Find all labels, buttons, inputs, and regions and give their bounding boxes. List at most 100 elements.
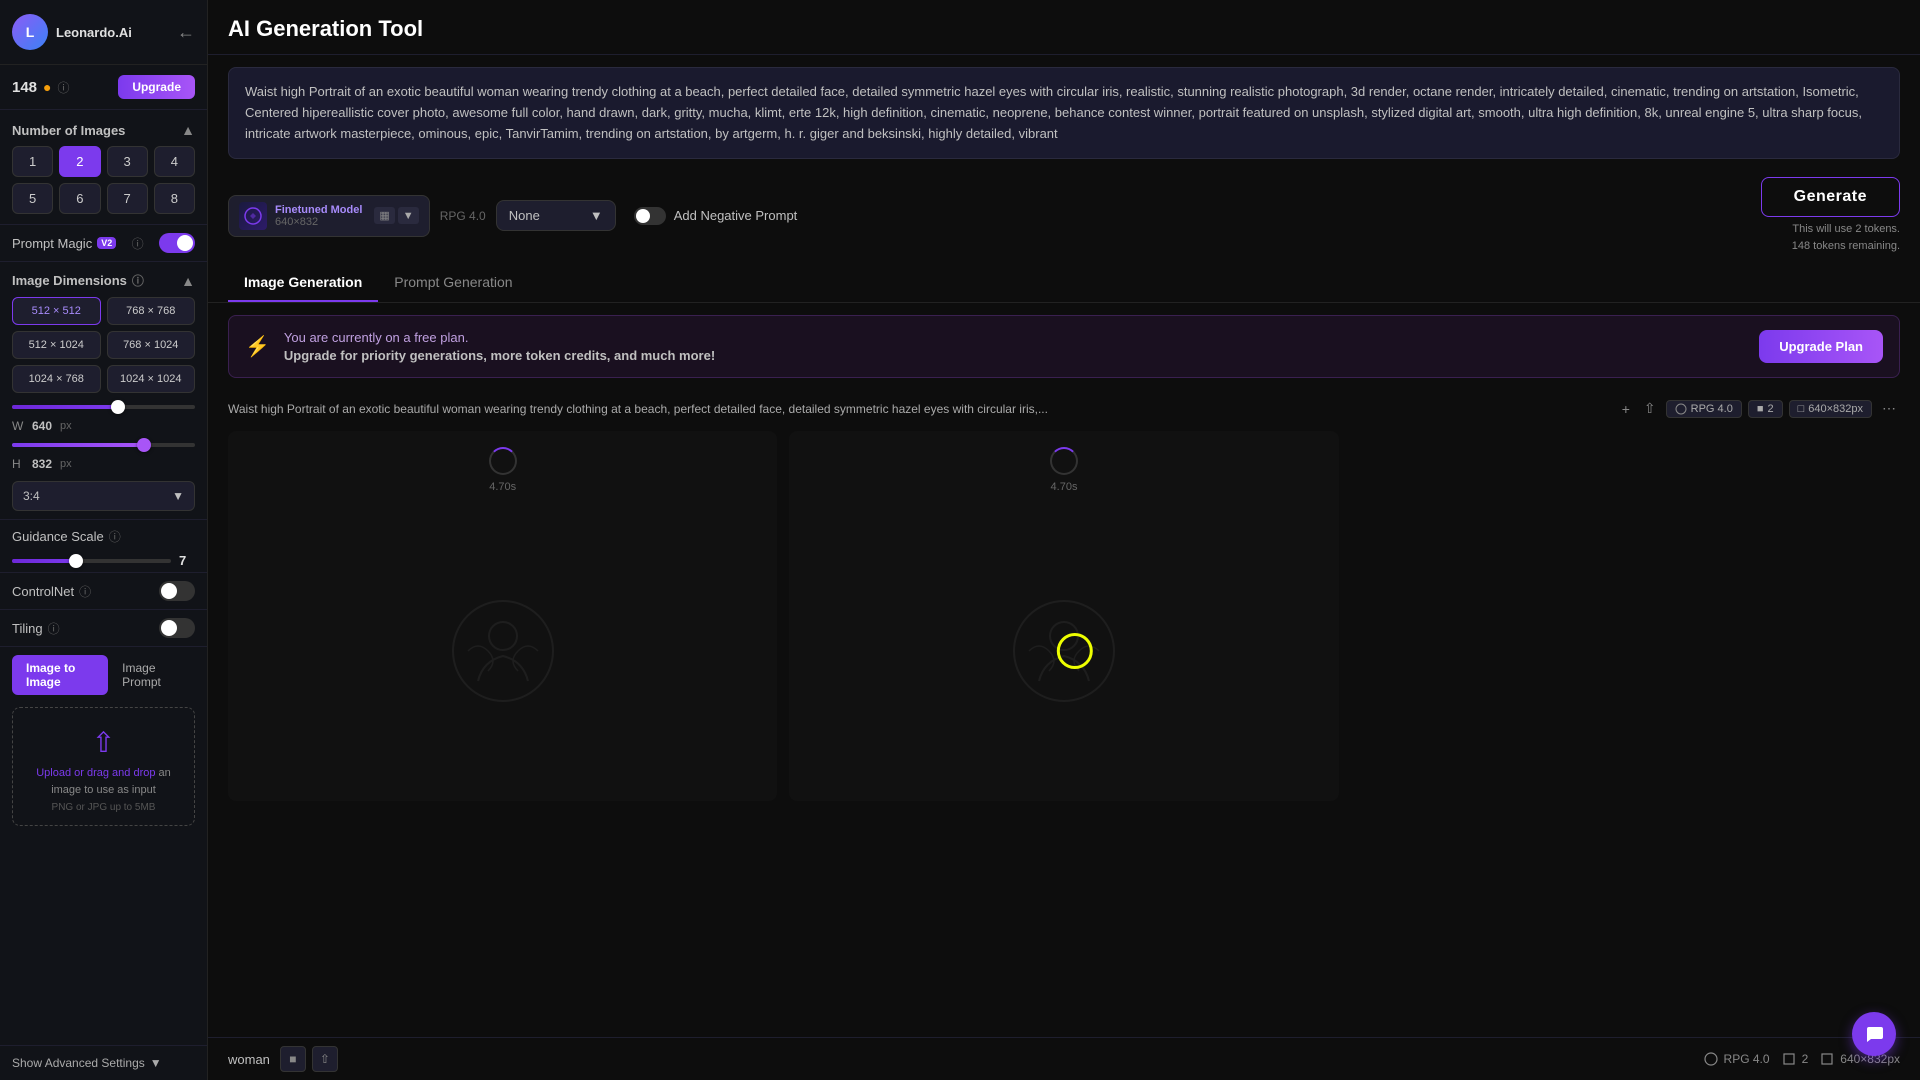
num-btn-5[interactable]: 5 (12, 183, 53, 214)
gen-add-button[interactable]: + (1618, 399, 1634, 419)
ratio-value: 3:4 (23, 489, 40, 503)
img2img-tab[interactable]: Image to Image (12, 655, 108, 695)
num-btn-8[interactable]: 8 (154, 183, 195, 214)
width-slider[interactable] (12, 405, 195, 409)
image-area-3 (1351, 431, 1900, 1033)
controlnet-row: ControlNet ⓘ (0, 572, 207, 609)
gen-upload-button[interactable]: ⇧ (1640, 398, 1660, 419)
prompt-box[interactable]: Waist high Portrait of an exotic beautif… (228, 67, 1900, 159)
neg-prompt-label: Add Negative Prompt (674, 208, 798, 223)
tab-image-generation[interactable]: Image Generation (228, 264, 378, 302)
tiling-info-icon[interactable]: ⓘ (48, 620, 60, 637)
page-title: AI Generation Tool (228, 16, 423, 41)
gen-remaining: 148 tokens remaining. (1761, 238, 1900, 255)
dim-btn-768x1024[interactable]: 768 × 1024 (107, 331, 196, 359)
height-slider[interactable] (12, 443, 195, 447)
upgrade-banner: ⚡ You are currently on a free plan. Upgr… (228, 315, 1900, 378)
height-value-row: H 832 px (0, 455, 207, 477)
upload-link[interactable]: Upload or drag and drop (36, 767, 155, 779)
gen-count-badge: ■ 2 (1748, 400, 1783, 418)
show-advanced-settings[interactable]: Show Advanced Settings ▼ (0, 1045, 207, 1080)
model-icon-chevron[interactable]: ▼ (398, 207, 419, 224)
username-label: Leonardo.Ai (56, 25, 132, 40)
sidebar: L Leonardo.Ai ← 148 ● ⓘ Upgrade Number o… (0, 0, 208, 1080)
upgrade-button[interactable]: Upgrade (118, 75, 195, 99)
guidance-value: 7 (179, 553, 195, 568)
banner-text: You are currently on a free plan. Upgrad… (284, 330, 1745, 363)
image-placeholder-2 (1004, 591, 1124, 711)
img-prompt-tab[interactable]: Image Prompt (108, 655, 195, 695)
num-btn-4[interactable]: 4 (154, 146, 195, 177)
bottom-share-btn[interactable]: ⇧ (312, 1046, 338, 1072)
model-card[interactable]: Finetuned Model 640×832 ▦ ▼ (228, 195, 430, 237)
ratio-select[interactable]: 3:4 ▼ (12, 481, 195, 511)
width-value: 640 (32, 419, 52, 433)
bottom-count-meta: 2 (1782, 1052, 1809, 1066)
num-btn-6[interactable]: 6 (59, 183, 100, 214)
back-icon[interactable]: ← (177, 22, 195, 43)
sidebar-header: L Leonardo.Ai ← (0, 0, 207, 65)
none-chevron: ▼ (590, 208, 603, 223)
avatar: L (12, 14, 48, 50)
show-advanced-label: Show Advanced Settings (12, 1056, 145, 1070)
height-unit: px (60, 458, 72, 470)
number-of-images-section: Number of Images ▲ (0, 110, 207, 146)
prompt-magic-info-icon[interactable]: ⓘ (132, 235, 144, 252)
user-info: L Leonardo.Ai (12, 14, 132, 50)
none-select[interactable]: None ▼ (496, 200, 616, 231)
dim-btn-1024x768[interactable]: 1024 × 768 (12, 365, 101, 393)
upgrade-plan-button[interactable]: Upgrade Plan (1759, 330, 1883, 363)
dimensions-info-icon[interactable]: ⓘ (132, 272, 144, 289)
image-card-1[interactable]: 4.70s (228, 431, 777, 801)
num-btn-3[interactable]: 3 (107, 146, 148, 177)
width-value-row: W 640 px (0, 417, 207, 439)
height-label: H (12, 457, 24, 471)
image-timer-1: 4.70s (489, 481, 516, 493)
dim-btn-512x512[interactable]: 512 × 512 (12, 297, 101, 325)
gen-model-badge-text: RPG 4.0 (1691, 403, 1733, 415)
tab-prompt-generation[interactable]: Prompt Generation (378, 264, 528, 302)
collapse-icon[interactable]: ▲ (181, 122, 195, 138)
guidance-slider[interactable] (12, 559, 171, 563)
number-of-images-title: Number of Images (12, 123, 125, 138)
chat-button[interactable] (1852, 1012, 1896, 1056)
width-slider-row (0, 401, 207, 417)
gen-model-badge: RPG 4.0 (1666, 400, 1742, 418)
ratio-chevron: ▼ (172, 489, 184, 503)
guidance-info-icon[interactable]: ⓘ (109, 528, 121, 545)
num-btn-1[interactable]: 1 (12, 146, 53, 177)
upload-icon: ⇧ (23, 726, 184, 759)
bottom-count: 2 (1802, 1052, 1809, 1066)
model-controls: ▦ ▼ (374, 207, 418, 224)
gen-count-icon: ■ (1757, 403, 1764, 415)
dim-btn-512x1024[interactable]: 512 × 1024 (12, 331, 101, 359)
upload-area[interactable]: ⇧ Upload or drag and drop an image to us… (12, 707, 195, 826)
prompt-magic-toggle[interactable] (159, 233, 195, 253)
loading-spinner-1 (489, 447, 517, 475)
neg-prompt-switch[interactable] (634, 207, 666, 225)
image-dimensions-title: Image Dimensions ⓘ (12, 272, 144, 289)
negative-prompt-toggle[interactable]: Add Negative Prompt (634, 207, 798, 225)
gen-more-button[interactable]: ⋯ (1878, 398, 1900, 419)
token-count: 148 (12, 79, 37, 96)
num-btn-7[interactable]: 7 (107, 183, 148, 214)
image-card-2[interactable]: 4.70s (789, 431, 1338, 801)
token-info-icon[interactable]: ⓘ (58, 79, 70, 96)
height-value: 832 (32, 457, 52, 471)
model-sub-name: RPG 4.0 (440, 209, 486, 223)
model-bar: Finetuned Model 640×832 ▦ ▼ RPG 4.0 None… (208, 171, 1920, 264)
bottom-tag: woman (228, 1052, 270, 1067)
generate-button[interactable]: Generate (1761, 177, 1900, 217)
dim-btn-768x768[interactable]: 768 × 768 (107, 297, 196, 325)
num-btn-2[interactable]: 2 (59, 146, 100, 177)
tiling-toggle[interactable] (159, 618, 195, 638)
bottom-copy-btn[interactable]: ■ (280, 1046, 306, 1072)
controlnet-toggle[interactable] (159, 581, 195, 601)
gen-cost: This will use 2 tokens. (1761, 221, 1900, 238)
dim-btn-1024x1024[interactable]: 1024 × 1024 (107, 365, 196, 393)
gen-res-icon: □ (1798, 403, 1805, 415)
dimensions-collapse-icon[interactable]: ▲ (181, 273, 195, 289)
show-advanced-chevron: ▼ (150, 1056, 162, 1070)
loading-spinner-2 (1050, 447, 1078, 475)
controlnet-info-icon[interactable]: ⓘ (79, 583, 91, 600)
